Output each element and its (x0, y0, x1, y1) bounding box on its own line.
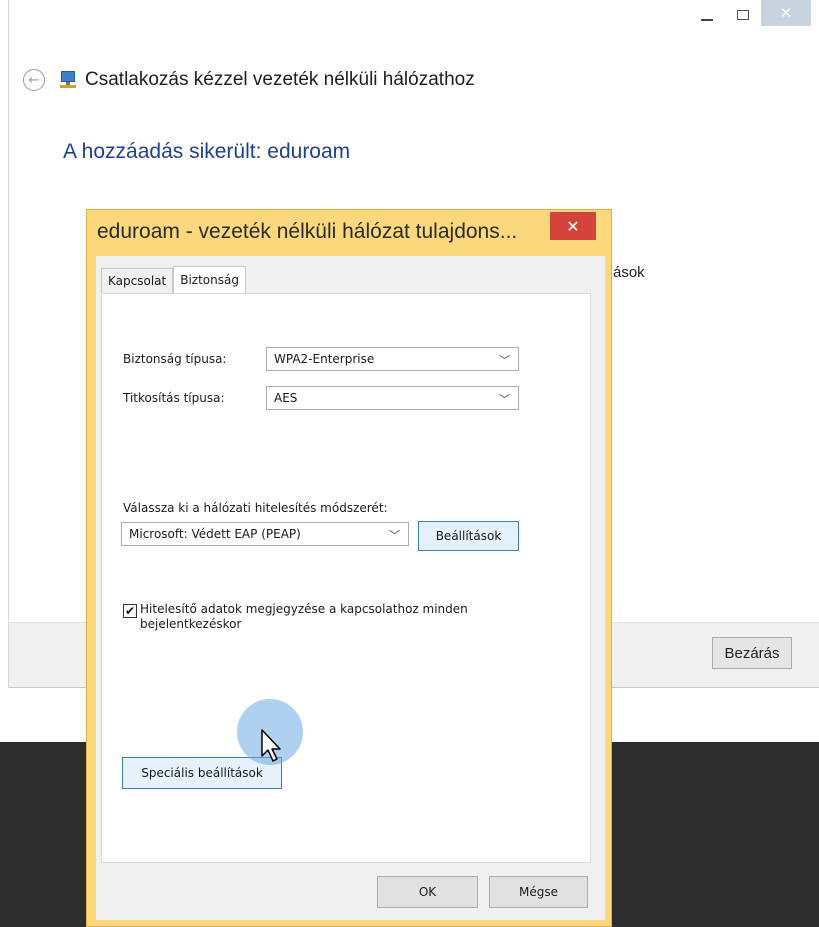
close-icon[interactable]: ✕ (761, 0, 811, 26)
dialog-body: Kapcsolat Biztonság Biztonság típusa: WP… (96, 256, 605, 920)
auth-method-label: Válassza ki a hálózati hitelesítés módsz… (123, 501, 388, 515)
minimize-icon[interactable] (689, 0, 725, 30)
encryption-type-select[interactable]: AES ﹀ (266, 386, 519, 410)
maximize-icon[interactable] (725, 0, 761, 30)
close-button[interactable]: Bezárás (712, 637, 792, 669)
security-type-label: Biztonság típusa: (123, 352, 227, 366)
dialog-close-icon[interactable]: ✕ (550, 212, 596, 240)
back-arrow-icon[interactable]: ← (23, 69, 45, 91)
wizard-title: Csatlakozás kézzel vezeték nélküli hálóz… (85, 69, 475, 90)
tab-strip: Kapcsolat Biztonság (101, 266, 246, 294)
mouse-cursor-icon (261, 729, 281, 762)
wizard-header: ← Csatlakozás kézzel vezeték nélküli hál… (23, 66, 475, 94)
remember-credentials-label: Hitelesítő adatok megjegyzése a kapcsola… (140, 602, 468, 631)
chevron-down-icon: ﹀ (499, 393, 510, 406)
remember-credentials-checkbox[interactable]: ✔ (123, 604, 137, 618)
success-heading: A hozzáadás sikerült: eduroam (63, 140, 351, 163)
security-tab-panel: Biztonság típusa: WPA2-Enterprise ﹀ Titk… (101, 293, 591, 863)
network-icon (59, 71, 79, 89)
tab-security[interactable]: Biztonság (173, 266, 246, 294)
encryption-type-label: Titkosítás típusa: (123, 391, 225, 405)
auth-method-select[interactable]: Microsoft: Védett EAP (PEAP) ﹀ (121, 522, 409, 546)
chevron-down-icon: ﹀ (389, 529, 400, 542)
cancel-button[interactable]: Mégse (489, 876, 588, 908)
auth-settings-button[interactable]: Beállítások (418, 521, 519, 551)
remember-credentials-row: ✔ Hitelesítő adatok megjegyzése a kapcso… (123, 602, 470, 632)
properties-dialog: eduroam - vezeték nélküli hálózat tulajd… (86, 209, 612, 927)
dialog-title: eduroam - vezeték nélküli hálózat tulajd… (97, 220, 518, 243)
partially-hidden-link[interactable]: ások (613, 264, 645, 281)
security-type-select[interactable]: WPA2-Enterprise ﹀ (266, 347, 519, 371)
window-controls: ✕ (689, 0, 819, 38)
tab-connection[interactable]: Kapcsolat (101, 268, 174, 294)
encryption-type-value: AES (274, 391, 298, 405)
ok-button[interactable]: OK (377, 876, 478, 908)
security-type-value: WPA2-Enterprise (274, 352, 375, 366)
auth-method-value: Microsoft: Védett EAP (PEAP) (129, 527, 301, 541)
chevron-down-icon: ﹀ (499, 354, 510, 367)
